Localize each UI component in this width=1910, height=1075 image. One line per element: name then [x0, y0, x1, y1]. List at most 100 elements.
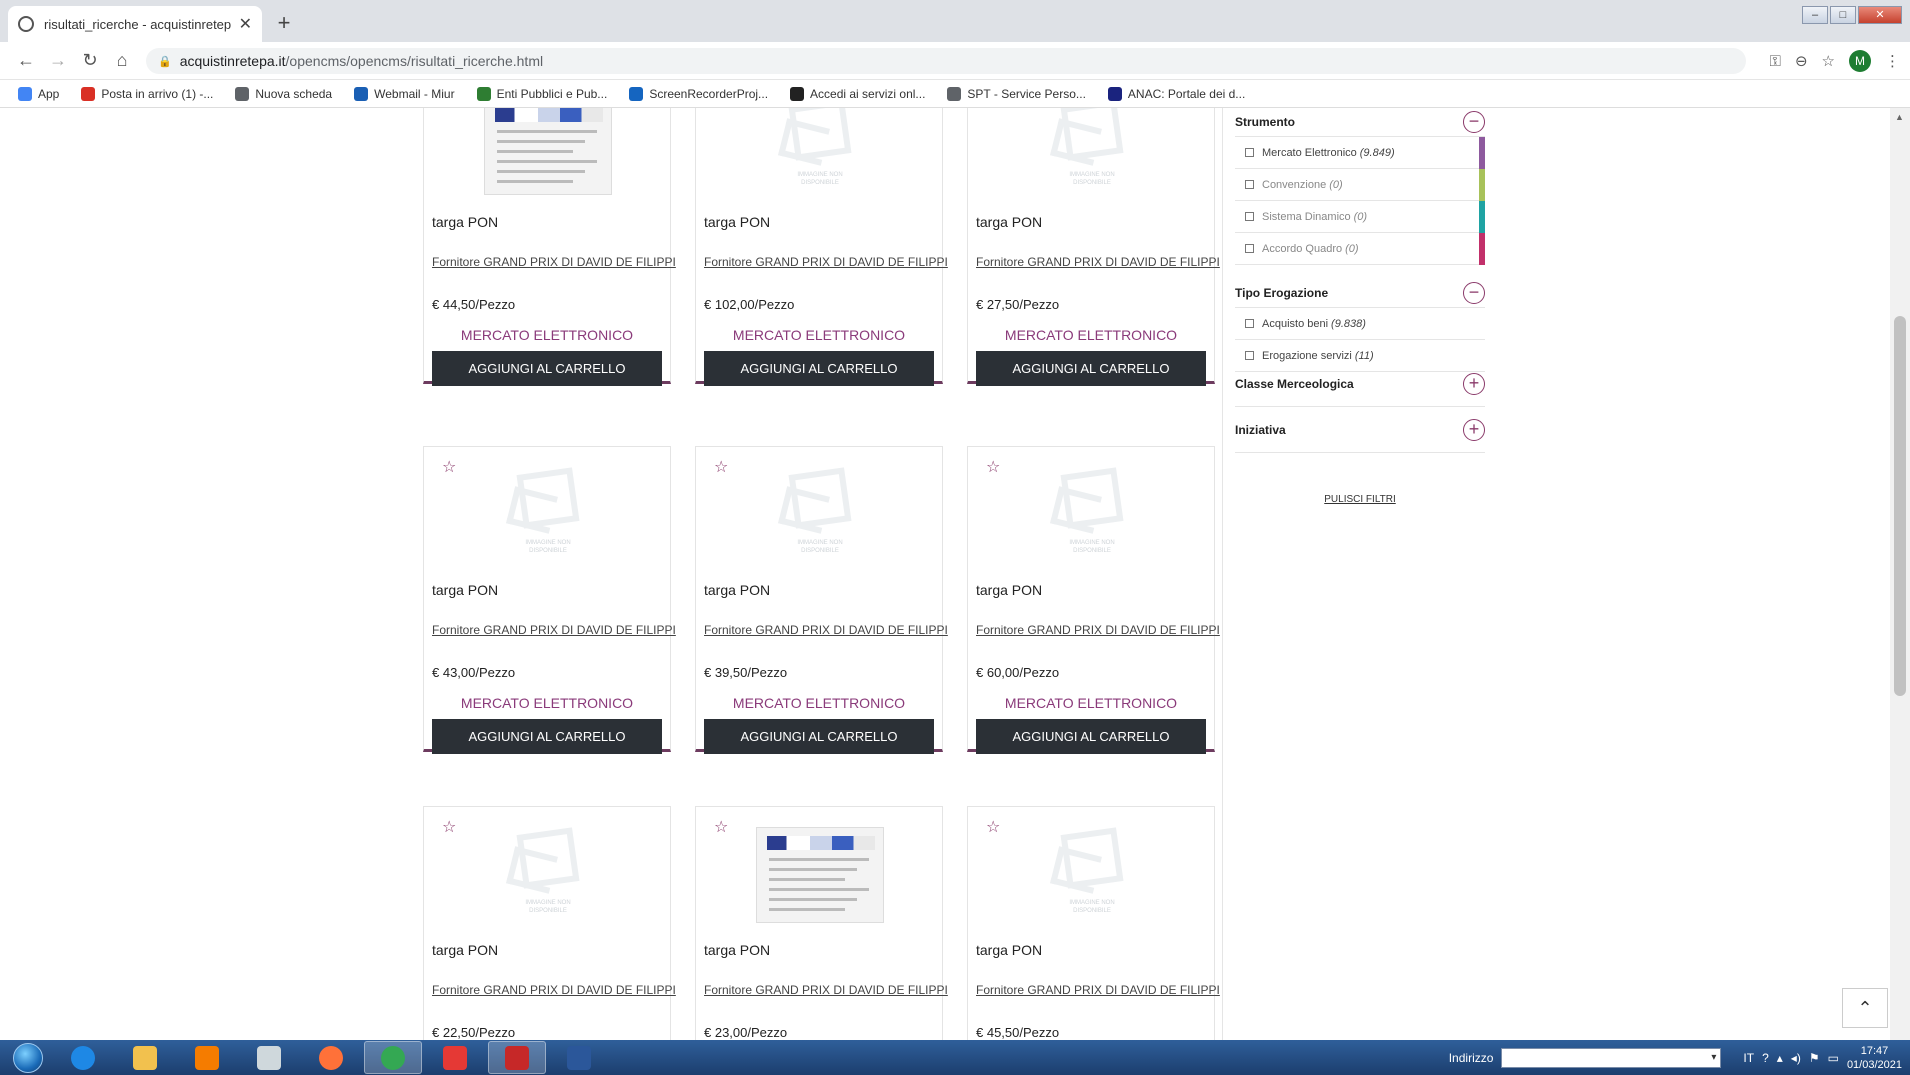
ie-icon	[71, 1045, 95, 1070]
filter-option[interactable]: Mercato Elettronico (9.849)	[1235, 137, 1485, 169]
filter-option[interactable]: Acquisto beni (9.838)	[1235, 308, 1485, 340]
checkbox[interactable]	[1245, 319, 1254, 328]
minimize-button[interactable]: –	[1802, 6, 1828, 24]
checkbox[interactable]	[1245, 148, 1254, 157]
new-tab-button[interactable]: +	[270, 10, 298, 38]
collapse-icon[interactable]: −	[1463, 282, 1485, 304]
add-to-cart-button[interactable]: AGGIUNGI AL CARRELLO	[704, 351, 934, 386]
bookmark-item[interactable]: Webmail - Miur	[354, 86, 455, 101]
flag-icon[interactable]: ⚑	[1809, 1051, 1820, 1065]
back-to-top-button[interactable]: ⌃	[1842, 988, 1888, 1028]
help-icon[interactable]: ?	[1762, 1051, 1769, 1065]
checkbox[interactable]	[1245, 244, 1254, 253]
bookmarks-bar: App Posta in arrivo (1) -... Nuova scheda W…	[0, 80, 1910, 108]
add-to-cart-button[interactable]: AGGIUNGI AL CARRELLO	[432, 351, 662, 386]
supplier-link[interactable]: Fornitore GRAND PRIX DI DAVID DE FILIPPI	[976, 255, 1220, 269]
favorite-star-icon[interactable]: ☆	[442, 108, 456, 109]
favorite-star-icon[interactable]: ☆	[986, 457, 1000, 477]
taskbar-address-input[interactable]: ▾	[1501, 1047, 1722, 1068]
favorite-star-icon[interactable]: ☆	[714, 457, 728, 477]
avatar[interactable]: M	[1849, 50, 1871, 72]
volume-icon[interactable]: ◂)	[1791, 1051, 1801, 1065]
network-icon[interactable]: ▭	[1828, 1051, 1839, 1065]
add-to-cart-button[interactable]: AGGIUNGI AL CARRELLO	[976, 719, 1206, 754]
bookmark-item[interactable]: SPT - Service Perso...	[947, 86, 1086, 101]
dropdown-icon[interactable]: ▾	[1711, 1052, 1716, 1063]
supplier-link[interactable]: Fornitore GRAND PRIX DI DAVID DE FILIPPI	[704, 623, 948, 637]
expand-icon[interactable]: +	[1463, 373, 1485, 395]
checkbox[interactable]	[1245, 212, 1254, 221]
menu-icon[interactable]: ⋮	[1885, 52, 1900, 70]
bookmark-item[interactable]: Nuova scheda	[235, 86, 332, 101]
maximize-button[interactable]: □	[1830, 6, 1856, 24]
key-icon[interactable]: ⚿	[1770, 53, 1781, 70]
bookmark-item[interactable]: ANAC: Portale dei d...	[1107, 86, 1245, 101]
filter-header[interactable]: Strumento −	[1235, 108, 1485, 136]
taskbar-app-presentation[interactable]	[488, 1041, 546, 1074]
taskbar-app-word[interactable]	[550, 1041, 608, 1074]
bookmark-item[interactable]: App	[18, 86, 59, 101]
bookmark-item[interactable]: Accedi ai servizi onl...	[790, 86, 925, 101]
url-field[interactable]: 🔒 acquistinretepa.it/opencms/opencms/ris…	[146, 48, 1746, 74]
browser-tab[interactable]: risultati_ricerche - acquistinretep ✕	[8, 6, 262, 42]
taskbar-app-chrome[interactable]	[364, 1041, 422, 1074]
filter-title: Iniziativa	[1235, 423, 1286, 437]
checkbox[interactable]	[1245, 180, 1254, 189]
bookmark-item[interactable]: Enti Pubblici e Pub...	[476, 86, 607, 101]
product-image: IMMAGINE NON DISPONIBILE	[484, 465, 612, 565]
scrollbar[interactable]: ▲	[1890, 108, 1910, 1040]
taskbar-app-media-player[interactable]	[178, 1041, 236, 1074]
reload-icon[interactable]: ↻	[74, 50, 106, 71]
close-window-button[interactable]: ✕	[1858, 6, 1902, 24]
back-icon[interactable]: ←	[10, 50, 42, 71]
taskbar-app-hp[interactable]	[240, 1041, 298, 1074]
filter-option[interactable]: Sistema Dinamico (0)	[1235, 201, 1485, 233]
favorite-star-icon[interactable]: ☆	[442, 817, 456, 837]
home-icon[interactable]: ⌂	[106, 50, 138, 71]
lang-indicator[interactable]: IT	[1743, 1051, 1754, 1065]
bookmark-star-icon[interactable]: ☆	[1822, 52, 1835, 70]
supplier-link[interactable]: Fornitore GRAND PRIX DI DAVID DE FILIPPI	[432, 255, 676, 269]
filter-header[interactable]: Tipo Erogazione −	[1235, 279, 1485, 307]
bookmark-item[interactable]: Posta in arrivo (1) -...	[81, 86, 213, 101]
clock-date: 01/03/2021	[1846, 1058, 1902, 1071]
zoom-icon[interactable]: ⊖	[1795, 52, 1808, 70]
taskbar-app-explorer[interactable]	[116, 1041, 174, 1074]
filter-header[interactable]: Iniziativa +	[1235, 416, 1485, 444]
supplier-link[interactable]: Fornitore GRAND PRIX DI DAVID DE FILIPPI	[432, 983, 676, 997]
favorite-star-icon[interactable]: ☆	[714, 817, 728, 837]
add-to-cart-button[interactable]: AGGIUNGI AL CARRELLO	[432, 719, 662, 754]
expand-icon[interactable]: +	[1463, 419, 1485, 441]
tab-close-icon[interactable]: ✕	[239, 14, 252, 34]
taskbar-app-firefox[interactable]	[302, 1041, 360, 1074]
taskbar-app-snipping[interactable]	[426, 1041, 484, 1074]
clear-filters-link[interactable]: PULISCI FILTRI	[1235, 494, 1485, 505]
supplier-link[interactable]: Fornitore GRAND PRIX DI DAVID DE FILIPPI	[704, 255, 948, 269]
favorite-star-icon[interactable]: ☆	[442, 457, 456, 477]
product-name: targa PON	[432, 942, 499, 958]
clock[interactable]: 17:47 01/03/2021	[1847, 1044, 1902, 1072]
supplier-link[interactable]: Fornitore GRAND PRIX DI DAVID DE FILIPPI	[432, 623, 676, 637]
scrollbar-thumb[interactable]	[1894, 316, 1906, 696]
favorite-star-icon[interactable]: ☆	[986, 817, 1000, 837]
tray-expand-icon[interactable]: ▴	[1777, 1051, 1783, 1065]
filter-header[interactable]: Classe Merceologica +	[1235, 370, 1485, 398]
add-to-cart-button[interactable]: AGGIUNGI AL CARRELLO	[704, 719, 934, 754]
supplier-link[interactable]: Fornitore GRAND PRIX DI DAVID DE FILIPPI	[976, 623, 1220, 637]
supplier-link[interactable]: Fornitore GRAND PRIX DI DAVID DE FILIPPI	[976, 983, 1220, 997]
add-to-cart-button[interactable]: AGGIUNGI AL CARRELLO	[976, 351, 1206, 386]
forward-icon[interactable]: →	[42, 50, 74, 71]
filter-option[interactable]: Convenzione (0)	[1235, 169, 1485, 201]
filter-option[interactable]: Erogazione servizi (11)	[1235, 340, 1485, 372]
bookmark-item[interactable]: ScreenRecorderProj...	[629, 86, 768, 101]
favorite-star-icon[interactable]: ☆	[986, 108, 1000, 109]
favorite-star-icon[interactable]: ☆	[714, 108, 728, 109]
supplier-link[interactable]: Fornitore GRAND PRIX DI DAVID DE FILIPPI	[704, 983, 948, 997]
checkbox[interactable]	[1245, 351, 1254, 360]
start-button[interactable]	[6, 1040, 50, 1075]
collapse-icon[interactable]: −	[1463, 111, 1485, 133]
scroll-up-icon[interactable]: ▲	[1895, 112, 1904, 122]
taskbar-app-ie[interactable]	[54, 1041, 112, 1074]
product-card: ☆ IMMAGINE NON DISPONIBILE targa PON Fornit…	[967, 446, 1220, 754]
filter-option[interactable]: Accordo Quadro (0)	[1235, 233, 1485, 265]
